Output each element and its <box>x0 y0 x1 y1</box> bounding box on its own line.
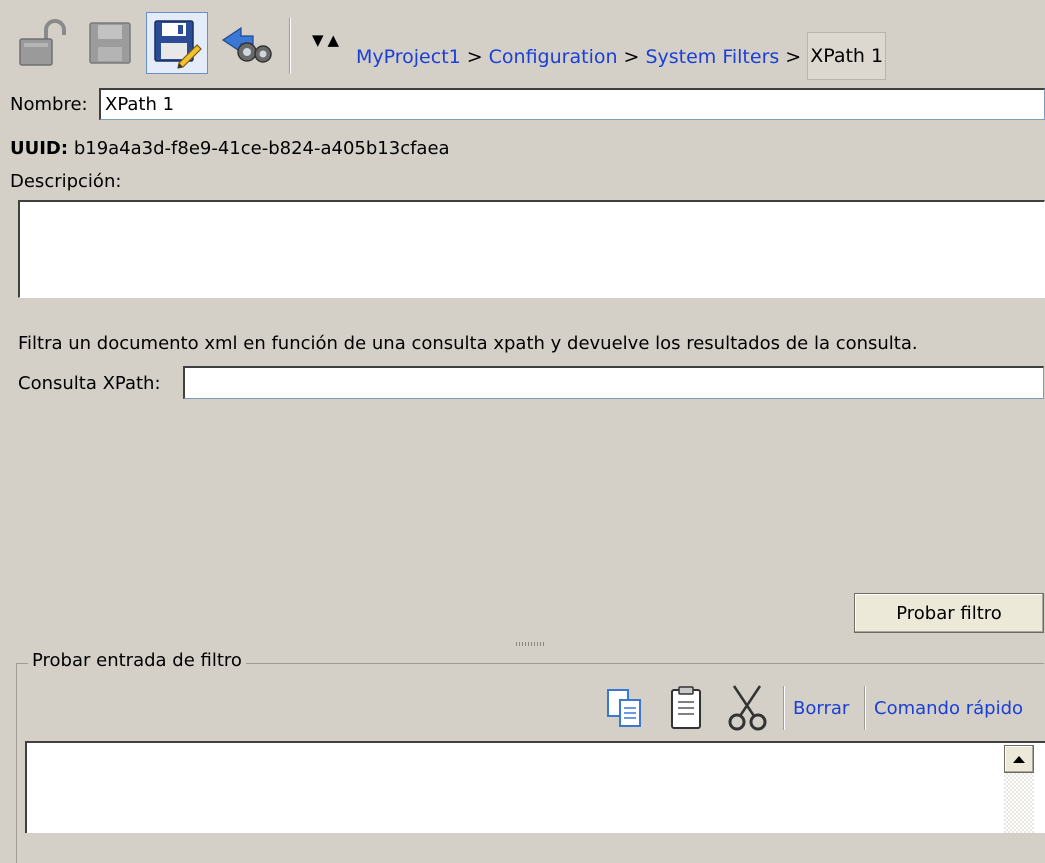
unlock-icon[interactable] <box>14 14 70 72</box>
filter-description: Filtra un documento xml en función de un… <box>18 333 918 354</box>
save-disabled-icon[interactable] <box>82 14 138 72</box>
uuid-value: b19a4a3d-f8e9-41ce-b824-a405b13cfaea <box>73 138 450 159</box>
uuid-label: UUID: <box>10 138 69 159</box>
uuid-row: UUID: b19a4a3d-f8e9-41ce-b824-a405b13cfa… <box>10 138 450 159</box>
clear-link[interactable]: Borrar <box>793 698 849 719</box>
breadcrumb-separator: > <box>466 46 483 68</box>
description-label: Descripción: <box>10 171 122 192</box>
tool-separator <box>783 686 785 730</box>
breadcrumb-current: XPath 1 <box>807 32 887 80</box>
xpath-label: Consulta XPath: <box>18 373 161 394</box>
copy-icon[interactable] <box>604 684 648 732</box>
breadcrumb-item-system-filters[interactable]: System Filters <box>645 46 779 68</box>
test-filter-button[interactable]: Probar filtro <box>854 593 1044 633</box>
name-field[interactable] <box>99 88 1045 120</box>
scrollbar-track[interactable] <box>1004 773 1034 833</box>
breadcrumb-separator: > <box>623 46 640 68</box>
breadcrumb-item-configuration[interactable]: Configuration <box>489 46 618 68</box>
breadcrumb: MyProject1 > Configuration > System Filters >… <box>356 32 887 81</box>
splitter-handle[interactable] <box>516 642 546 646</box>
save-as-icon[interactable] <box>146 12 208 74</box>
nav-arrows[interactable]: ▼▲ <box>312 31 343 49</box>
test-input-group-title: Probar entrada de filtro <box>28 650 246 671</box>
name-label: Nombre: <box>10 94 88 115</box>
triangle-up-icon[interactable]: ▲ <box>328 31 344 49</box>
test-input-textarea[interactable] <box>25 741 1045 833</box>
scissors-icon[interactable] <box>724 682 772 732</box>
binoculars-icon[interactable] <box>218 14 274 72</box>
toolbar: ▼▲ MyProject1 > Configuration > System Filte… <box>0 0 1045 88</box>
triangle-down-icon[interactable]: ▼ <box>312 31 328 49</box>
description-textarea[interactable] <box>18 200 1045 298</box>
paste-icon[interactable] <box>664 684 708 732</box>
xpath-query-field[interactable] <box>183 366 1044 399</box>
scroll-up-arrow-icon[interactable] <box>1004 745 1034 773</box>
quick-command-link[interactable]: Comando rápido <box>874 698 1023 719</box>
toolbar-separator <box>289 18 291 74</box>
breadcrumb-item-myproject1[interactable]: MyProject1 <box>356 46 461 68</box>
tool-separator <box>864 686 866 730</box>
breadcrumb-separator: > <box>785 46 802 68</box>
